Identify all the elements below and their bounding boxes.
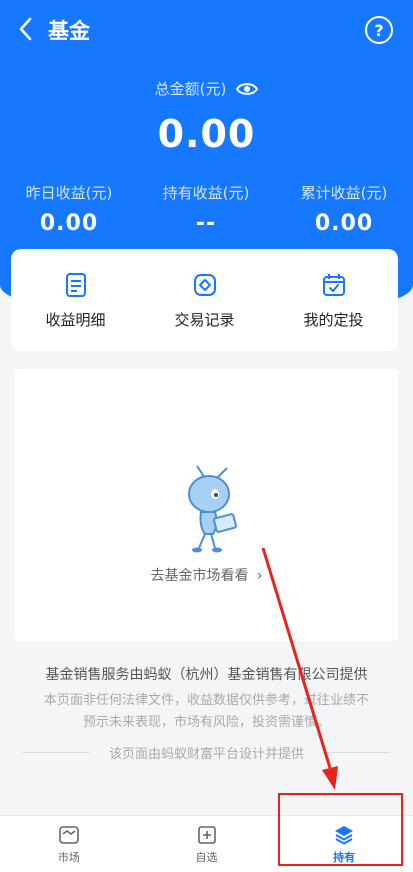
quick-action-label: 交易记录 xyxy=(174,310,235,329)
stat-holding: 持有收益(元) -- xyxy=(137,182,275,236)
help-icon: ? xyxy=(374,20,384,40)
quick-action-label: 收益明细 xyxy=(45,310,106,329)
disclaimer: 基金销售服务由蚂蚁（杭州）基金销售有限公司提供 本页面非任何法律文件，收益数据仅… xyxy=(10,664,403,734)
stat-value: -- xyxy=(195,211,217,236)
back-chevron-icon xyxy=(19,17,32,41)
stat-label: 持有收益(元) xyxy=(162,184,250,202)
quick-action-trade-records[interactable]: 交易记录 xyxy=(145,271,265,330)
tab-label: 自选 xyxy=(195,850,218,864)
total-amount-value: 0.00 xyxy=(157,112,256,156)
page-title: 基金 xyxy=(48,19,90,43)
tab-market[interactable]: 市场 xyxy=(0,816,138,872)
back-button[interactable] xyxy=(12,14,38,44)
tab-watchlist[interactable]: 自选 xyxy=(138,816,276,872)
diamond-icon xyxy=(193,273,216,296)
chevron-right-icon: › xyxy=(256,568,263,584)
annotation-highlight-box xyxy=(278,793,403,866)
eye-icon[interactable] xyxy=(236,81,259,97)
stat-yesterday: 昨日收益(元) 0.00 xyxy=(0,182,138,236)
disclaimer-provider: 基金销售服务由蚂蚁（杭州）基金销售有限公司提供 xyxy=(45,667,368,683)
top-bar: 基金 ? xyxy=(0,0,413,58)
go-to-fund-market-link[interactable]: 去基金市场看看 › xyxy=(15,565,398,585)
document-icon xyxy=(65,272,86,297)
quick-action-label: 我的定投 xyxy=(303,310,364,329)
help-button[interactable]: ? xyxy=(365,16,393,44)
stat-label: 昨日收益(元) xyxy=(25,184,113,202)
go-to-fund-market-text: 去基金市场看看 xyxy=(150,568,249,584)
market-icon xyxy=(59,825,79,844)
total-amount-label-row: 总金额(元) xyxy=(0,78,413,99)
stat-value: 0.00 xyxy=(39,211,99,236)
quick-action-income-details[interactable]: 收益明细 xyxy=(16,271,136,330)
platform-note: 该页面由蚂蚁财富平台设计并提供 xyxy=(108,747,304,762)
stat-value: 0.00 xyxy=(314,211,374,236)
stat-label: 累计收益(元) xyxy=(300,184,388,202)
total-amount-label: 总金额(元) xyxy=(154,80,227,98)
quick-action-my-investment-plan[interactable]: 我的定投 xyxy=(274,271,394,330)
stat-cumulative: 累计收益(元) 0.00 xyxy=(275,182,413,236)
tab-label: 市场 xyxy=(57,850,80,864)
ant-mascot-illustration xyxy=(188,465,238,553)
calendar-check-icon xyxy=(322,273,345,296)
empty-state-card: 去基金市场看看 › xyxy=(15,369,398,641)
quick-actions-card: 收益明细 交易记录 我的定投 xyxy=(11,249,398,351)
disclaimer-line-2: 预示未来表现，市场有风险，投资需谨慎。 xyxy=(82,715,330,730)
disclaimer-line-1: 本页面非任何法律文件，收益数据仅供参考，过往业绩不 xyxy=(43,693,369,708)
add-square-icon xyxy=(197,825,216,844)
